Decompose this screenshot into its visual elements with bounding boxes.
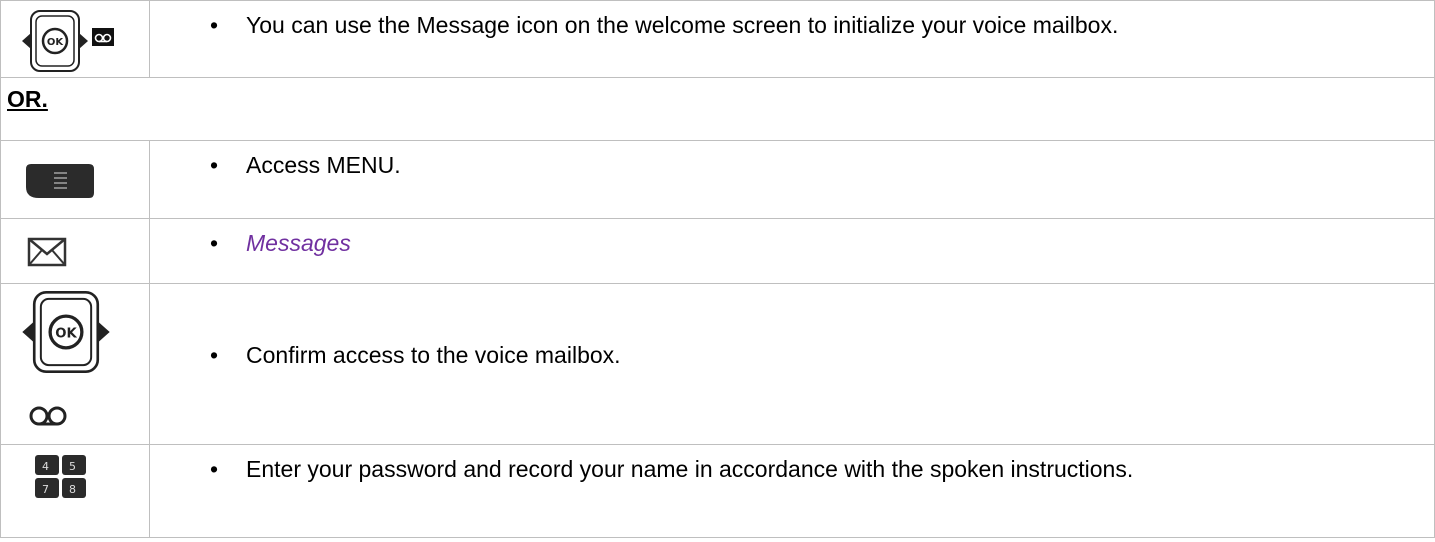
or-cell: OR. xyxy=(0,77,1435,141)
text-cell: • Access MENU. xyxy=(149,140,1435,219)
messages-menu-item: Messages xyxy=(246,230,351,256)
icon-cell xyxy=(0,140,150,219)
ok-key-label: OK xyxy=(47,37,65,48)
icon-cell: OK xyxy=(0,0,150,78)
text-cell: • You can use the Message icon on the we… xyxy=(149,0,1435,78)
step-text: Enter your password and record your name… xyxy=(246,456,1134,482)
voicemail-icon xyxy=(29,406,67,426)
instruction-table: OK • You can use the Message icon on the… xyxy=(0,0,1435,538)
keypad-key-8: 8 xyxy=(69,483,76,496)
ok-key-label: OK xyxy=(55,326,77,341)
keypad-icon: 4 5 7 8 xyxy=(35,455,86,498)
step-row-confirm: OK • Confirm access to the voice mailbox… xyxy=(0,283,1435,445)
menu-key-icon xyxy=(26,164,94,198)
bullet: • xyxy=(210,152,219,178)
text-cell: • Confirm access to the voice mailbox. xyxy=(149,283,1435,445)
step-text: Access MENU. xyxy=(246,152,401,178)
or-label: OR. xyxy=(7,86,48,112)
bullet: • xyxy=(210,12,219,38)
step-row-messages: • Messages xyxy=(0,218,1435,284)
keypad-key-7: 7 xyxy=(42,483,49,496)
step-text: You can use the Message icon on the welc… xyxy=(246,12,1119,38)
step-text: Confirm access to the voice mailbox. xyxy=(246,342,621,368)
envelope-icon xyxy=(27,237,67,267)
ok-navigation-key-icon: OK xyxy=(22,10,88,72)
text-cell: • Messages xyxy=(149,218,1435,284)
step-row-password: 4 5 7 8 • Enter your password and record… xyxy=(0,444,1435,538)
icon-cell: OK xyxy=(0,283,150,445)
step-row-or: OR. xyxy=(0,77,1435,141)
bullet: • xyxy=(210,342,219,368)
keypad-key-5: 5 xyxy=(69,460,76,473)
step-row-menu: • Access MENU. xyxy=(0,140,1435,219)
text-cell: • Enter your password and record your na… xyxy=(149,444,1435,538)
keypad-key-4: 4 xyxy=(42,460,49,473)
bullet: • xyxy=(210,456,219,482)
step-row-welcome: OK • You can use the Message icon on the… xyxy=(0,0,1435,78)
icon-cell xyxy=(0,218,150,284)
ok-navigation-key-icon: OK xyxy=(22,290,110,374)
bullet: • xyxy=(210,230,219,256)
voicemail-icon xyxy=(92,28,114,46)
icon-cell: 4 5 7 8 xyxy=(0,444,150,538)
